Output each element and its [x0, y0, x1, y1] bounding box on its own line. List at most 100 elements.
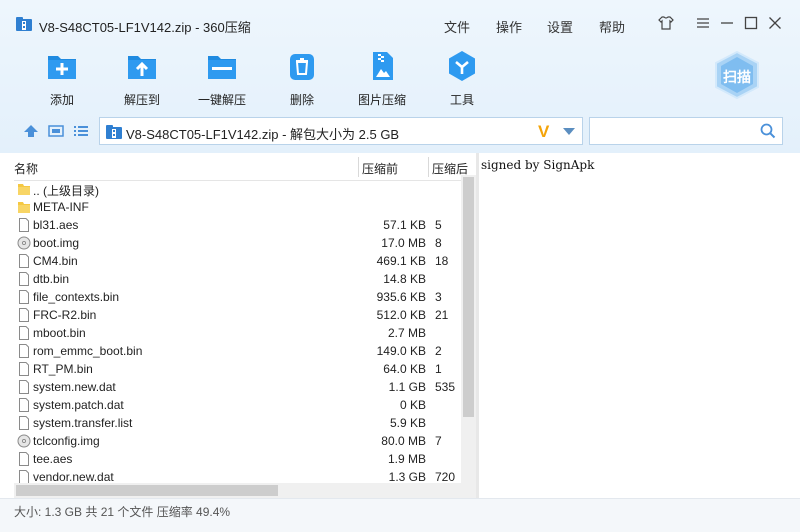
- file-icon: [17, 326, 31, 340]
- one-click-extract-label: 一键解压: [197, 93, 246, 107]
- zip-file-icon: [106, 125, 122, 139]
- table-row[interactable]: system.transfer.list 5.9 KB: [14, 414, 460, 432]
- file-rows: .. (上级目录) META-INF bl31.aes 57.1 KB 5 boot.im…: [14, 180, 460, 483]
- search-icon[interactable]: [760, 123, 776, 139]
- menu-list-icon[interactable]: [692, 12, 714, 34]
- menu-action[interactable]: 操作: [496, 17, 522, 36]
- skin-shirt-icon[interactable]: [655, 12, 677, 34]
- file-icon: [17, 380, 31, 394]
- verified-v-icon[interactable]: V: [538, 122, 549, 142]
- table-row[interactable]: system.patch.dat 0 KB: [14, 396, 460, 414]
- horizontal-scroll-thumb[interactable]: [16, 485, 278, 496]
- file-size: 1.3 GB: [388, 470, 426, 483]
- file-compressed-size: 720: [435, 470, 456, 483]
- folder-icon: [17, 182, 31, 196]
- file-icon: [17, 308, 31, 322]
- file-name: file_contexts.bin: [33, 290, 120, 304]
- extract-to-button[interactable]: 解压到: [107, 50, 177, 108]
- file-compressed-size: 18: [435, 254, 449, 268]
- file-compressed-size: 8: [435, 236, 442, 250]
- file-size: 1.9 MB: [387, 452, 426, 466]
- close-icon[interactable]: [764, 12, 786, 34]
- file-name: vendor.new.dat: [33, 470, 114, 483]
- table-row[interactable]: tee.aes 1.9 MB: [14, 450, 460, 468]
- table-row[interactable]: system.new.dat 1.1 GB 535: [14, 378, 460, 396]
- file-name: CM4.bin: [33, 254, 78, 268]
- file-size: 1.1 GB: [388, 380, 426, 394]
- file-size: 64.0 KB: [383, 362, 426, 376]
- search-input[interactable]: [596, 122, 750, 142]
- column-divider[interactable]: [428, 157, 429, 177]
- preview-text: signed by SignApk: [481, 158, 595, 172]
- column-compressed[interactable]: 压缩前: [362, 160, 398, 177]
- maximize-icon[interactable]: [740, 12, 762, 34]
- extract-to-icon: [128, 56, 156, 79]
- header-area: V8-S48CT05-LF1V142.zip - 360压缩 文件 操作 设置 …: [0, 0, 800, 153]
- extract-to-label: 解压到: [123, 93, 160, 107]
- horizontal-scrollbar[interactable]: [14, 483, 476, 498]
- one-click-extract-button[interactable]: 一键解压: [187, 50, 257, 108]
- zip-app-icon: [16, 17, 32, 31]
- table-row[interactable]: dtb.bin 14.8 KB: [14, 270, 460, 288]
- search-box[interactable]: [589, 117, 783, 145]
- list-view-icon[interactable]: [72, 123, 90, 139]
- table-row[interactable]: tclconfig.img 80.0 MB 7: [14, 432, 460, 450]
- scan-button[interactable]: 扫描: [712, 50, 762, 100]
- file-size: 469.1 KB: [376, 254, 426, 268]
- file-compressed-size: 1: [435, 362, 442, 376]
- column-name[interactable]: 名称: [14, 160, 38, 177]
- file-name: META-INF: [33, 200, 89, 214]
- table-row[interactable]: vendor.new.dat 1.3 GB 720: [14, 468, 460, 483]
- column-divider[interactable]: [358, 157, 359, 177]
- file-compressed-size: 7: [435, 434, 442, 448]
- file-icon: [17, 362, 31, 376]
- tools-label: 工具: [449, 93, 474, 107]
- table-row[interactable]: mboot.bin 2.7 MB: [14, 324, 460, 342]
- file-size: 512.0 KB: [376, 308, 426, 322]
- table-row[interactable]: boot.img 17.0 MB 8: [14, 234, 460, 252]
- file-icon: [17, 452, 31, 466]
- file-icon: [17, 344, 31, 358]
- status-bar: 大小: 1.3 GB 共 21 个文件 压缩率 49.4%: [0, 498, 800, 532]
- vertical-scrollbar[interactable]: [461, 175, 476, 483]
- file-compressed-size: 5: [435, 218, 442, 232]
- up-arrow-icon[interactable]: [22, 123, 40, 139]
- table-row[interactable]: .. (上级目录): [14, 180, 460, 198]
- status-text: 大小: 1.3 GB 共 21 个文件 压缩率 49.4%: [14, 505, 231, 519]
- address-bar[interactable]: V8-S48CT05-LF1V142.zip - 解包大小为 2.5 GB V: [99, 117, 583, 145]
- table-row[interactable]: RT_PM.bin 64.0 KB 1: [14, 360, 460, 378]
- vertical-scroll-thumb[interactable]: [463, 177, 474, 417]
- table-row[interactable]: META-INF: [14, 198, 460, 216]
- file-name: boot.img: [33, 236, 80, 250]
- delete-button[interactable]: 删除: [267, 50, 337, 108]
- tools-button[interactable]: 工具: [427, 50, 497, 108]
- table-row[interactable]: CM4.bin 469.1 KB 18: [14, 252, 460, 270]
- address-dropdown-icon[interactable]: [563, 128, 575, 135]
- menu-settings[interactable]: 设置: [547, 17, 573, 36]
- minimize-icon[interactable]: [716, 12, 738, 34]
- thumbnail-view-icon[interactable]: [47, 123, 65, 139]
- file-name: system.patch.dat: [33, 398, 124, 412]
- file-compressed-size: 3: [435, 290, 442, 304]
- file-size: 17.0 MB: [381, 236, 426, 250]
- table-row[interactable]: file_contexts.bin 935.6 KB 3: [14, 288, 460, 306]
- file-name: rom_emmc_boot.bin: [33, 344, 143, 358]
- file-icon: [17, 290, 31, 304]
- file-icon: [17, 470, 31, 483]
- file-name: system.new.dat: [33, 380, 116, 394]
- table-row[interactable]: FRC-R2.bin 512.0 KB 21: [14, 306, 460, 324]
- add-button[interactable]: 添加: [27, 50, 97, 108]
- file-name: system.transfer.list: [33, 416, 133, 430]
- file-size: 80.0 MB: [381, 434, 426, 448]
- menu-help[interactable]: 帮助: [599, 17, 625, 36]
- file-size: 935.6 KB: [376, 290, 426, 304]
- file-name: tee.aes: [33, 452, 73, 466]
- table-row[interactable]: bl31.aes 57.1 KB 5: [14, 216, 460, 234]
- image-compress-button[interactable]: 图片压缩: [347, 50, 417, 108]
- file-icon: [17, 218, 31, 232]
- table-row[interactable]: rom_emmc_boot.bin 149.0 KB 2: [14, 342, 460, 360]
- window-title: V8-S48CT05-LF1V142.zip - 360压缩: [39, 20, 251, 35]
- add-label: 添加: [49, 93, 74, 107]
- file-size: 14.8 KB: [383, 272, 426, 286]
- menu-file[interactable]: 文件: [444, 17, 470, 36]
